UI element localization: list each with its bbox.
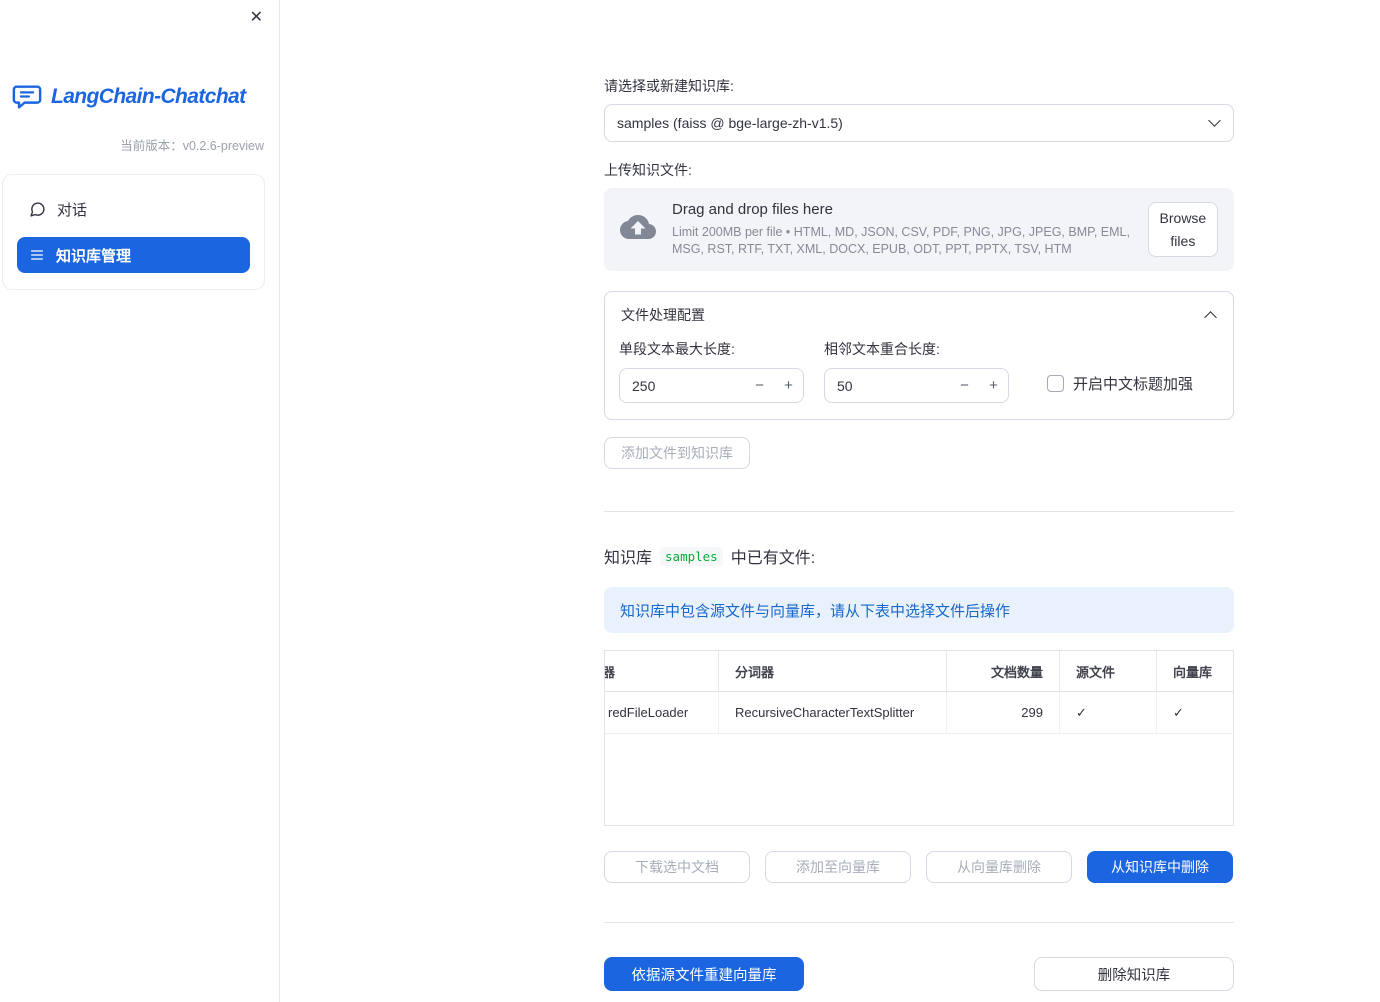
file-uploader-dropzone[interactable]: Drag and drop files here Limit 200MB per… — [604, 188, 1234, 271]
info-banner: 知识库中包含源文件与向量库，请从下表中选择文件后操作 — [604, 587, 1234, 633]
cell-doc-count: 299 — [947, 692, 1060, 733]
chevron-up-icon — [1204, 311, 1217, 324]
add-files-to-kb-button[interactable]: 添加文件到知识库 — [604, 437, 750, 469]
chevron-down-icon — [1208, 114, 1221, 127]
file-actions-row: 下载选中文档 添加至向量库 从向量库删除 从知识库中删除 — [604, 851, 1234, 883]
checkbox-box-icon — [1047, 375, 1064, 392]
zh-title-enhance-checkbox[interactable]: 开启中文标题加强 — [1047, 373, 1193, 394]
overlap-size-label: 相邻文本重合长度: — [824, 341, 940, 357]
sidebar-menu: 对话 知识库管理 — [2, 174, 265, 290]
kb-bottom-actions: 依据源文件重建向量库 删除知识库 — [604, 957, 1234, 991]
cell-splitter: RecursiveCharacterTextSplitter — [719, 692, 947, 733]
table-row[interactable]: redFileLoader RecursiveCharacterTextSpli… — [605, 692, 1233, 734]
sidebar-item-chat[interactable]: 对话 — [17, 191, 250, 227]
chunk-size-label: 单段文本最大长度: — [619, 341, 735, 357]
download-selected-button[interactable]: 下载选中文档 — [604, 851, 750, 883]
table-empty-area — [605, 734, 1233, 825]
table-header-splitter[interactable]: 分词器 — [719, 651, 947, 691]
sidebar-item-kb-management[interactable]: 知识库管理 — [17, 237, 250, 273]
kb-select-value: samples (faiss @ bge-large-zh-v1.5) — [617, 115, 843, 131]
plus-button[interactable]: + — [774, 369, 803, 402]
upload-label: 上传知识文件: — [604, 162, 692, 178]
version-label: 当前版本：v0.2.6-preview — [120, 139, 264, 153]
overlap-size-input: 50 − + — [824, 368, 1009, 403]
upload-limit-text: Limit 200MB per file • HTML, MD, JSON, C… — [672, 225, 1130, 256]
sidebar-item-label: 知识库管理 — [56, 247, 132, 265]
cell-vector-store-check: ✓ — [1173, 704, 1184, 720]
add-to-vector-store-button[interactable]: 添加至向量库 — [765, 851, 911, 883]
info-banner-text: 知识库中包含源文件与向量库，请从下表中选择文件后操作 — [620, 602, 1011, 620]
divider — [604, 922, 1234, 923]
cell-loader: redFileLoader — [605, 692, 719, 733]
delete-from-vector-store-button[interactable]: 从向量库删除 — [926, 851, 1072, 883]
divider — [604, 511, 1234, 512]
delete-kb-button[interactable]: 删除知识库 — [1034, 957, 1234, 991]
chunk-size-value[interactable]: 250 — [620, 369, 745, 402]
files-table: 器 分词器 文档数量 源文件 向量库 redFileLoader Recursi… — [604, 650, 1234, 826]
browse-files-button[interactable]: Browse files — [1147, 202, 1218, 257]
chat-bubble-icon — [29, 201, 46, 218]
file-config-expander: 文件处理配置 单段文本最大长度: 250 − + 相邻文本重合长度: 50 − … — [604, 291, 1234, 420]
table-header-loader[interactable]: 器 — [605, 651, 719, 691]
sidebar-close-icon[interactable]: ✕ — [246, 6, 267, 30]
app-logo: LangChain-Chatchat — [12, 84, 279, 110]
minus-button[interactable]: − — [950, 369, 979, 402]
overlap-size-value[interactable]: 50 — [825, 369, 950, 402]
table-header-vector-store[interactable]: 向量库 — [1157, 651, 1233, 691]
expander-header[interactable]: 文件处理配置 — [605, 292, 1233, 325]
sidebar: ✕ LangChain-Chatchat 当前版本：v0.2.6-preview… — [0, 0, 280, 1002]
rebuild-vector-store-button[interactable]: 依据源文件重建向量库 — [604, 957, 804, 991]
plus-button[interactable]: + — [979, 369, 1008, 402]
table-header-row: 器 分词器 文档数量 源文件 向量库 — [605, 651, 1233, 692]
drag-drop-text: Drag and drop files here — [672, 201, 833, 219]
cloud-upload-icon — [620, 209, 656, 250]
cell-source-file-check: ✓ — [1060, 692, 1157, 733]
kb-select-label: 请选择或新建知识库: — [604, 78, 734, 94]
kb-files-heading: 知识库 samples 中已有文件: — [604, 544, 1234, 568]
chunk-size-input: 250 − + — [619, 368, 804, 403]
kb-files-prefix: 知识库 — [604, 550, 653, 567]
expander-body: 单段文本最大长度: 250 − + 相邻文本重合长度: 50 − + 开启中文标… — [605, 325, 1233, 419]
knowledge-base-icon — [29, 247, 45, 263]
delete-from-kb-button[interactable]: 从知识库中删除 — [1087, 851, 1233, 883]
table-header-source-file[interactable]: 源文件 — [1060, 651, 1157, 691]
chat-logo-icon — [12, 84, 42, 110]
logo-text: LangChain-Chatchat — [51, 85, 246, 108]
expander-title: 文件处理配置 — [621, 307, 705, 323]
kb-name-code: samples — [660, 546, 723, 566]
sidebar-item-label: 对话 — [57, 201, 88, 219]
checkbox-label: 开启中文标题加强 — [1073, 376, 1194, 393]
minus-button[interactable]: − — [745, 369, 774, 402]
kb-select[interactable]: samples (faiss @ bge-large-zh-v1.5) — [604, 104, 1234, 142]
kb-files-suffix: 中已有文件: — [730, 550, 816, 567]
table-header-doc-count[interactable]: 文档数量 — [947, 651, 1060, 691]
